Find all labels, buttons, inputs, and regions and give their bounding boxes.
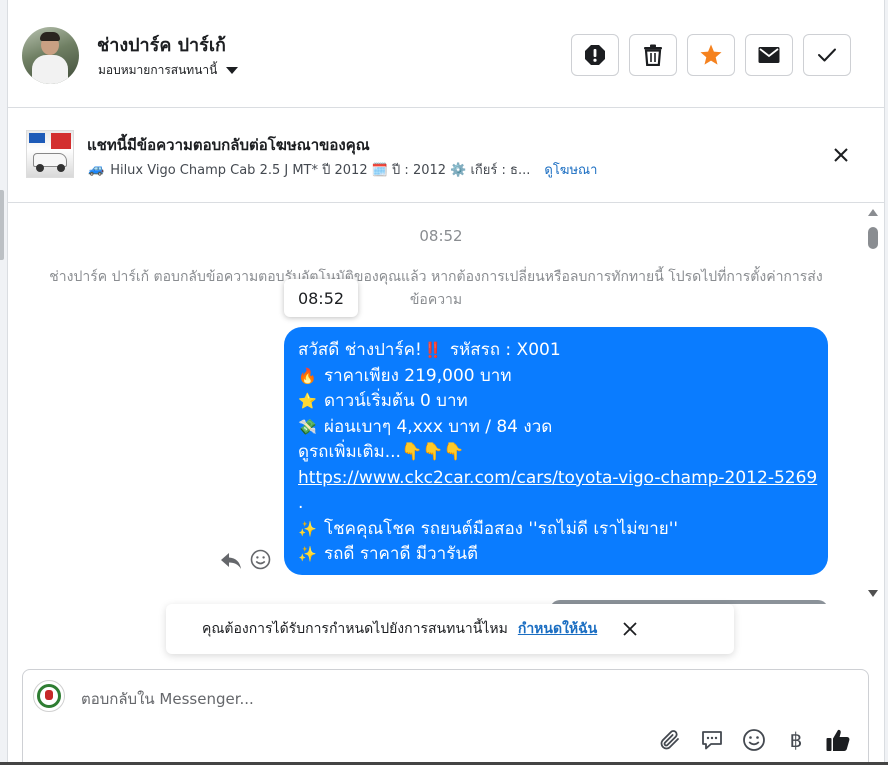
payment-baht-button[interactable]: ฿	[783, 727, 809, 753]
chat-bubble-icon	[702, 731, 722, 750]
paperclip-icon	[660, 730, 679, 750]
assign-label: มอบหมายการสนทนานี้	[98, 63, 218, 77]
sparkles-icon: ✨	[298, 545, 317, 563]
money-wings-icon: 💸	[298, 417, 317, 436]
scroll-down-arrow-icon[interactable]	[868, 590, 878, 597]
assign-conversation-dropdown[interactable]: มอบหมายการสนทนานี้	[98, 61, 239, 80]
envelope-icon	[758, 47, 780, 63]
message-composer: ฿	[22, 669, 869, 765]
ad-thumbnail[interactable]	[26, 130, 74, 178]
view-ad-link[interactable]: ดูโฆษณา	[544, 159, 597, 180]
message-line: ⭐ ดาวน์เริ่มต้น 0 บาท	[298, 389, 814, 415]
checkmark-icon	[818, 48, 836, 62]
thumbs-up-icon	[826, 729, 850, 751]
dismiss-prompt-button[interactable]	[621, 620, 639, 638]
star-emoji-icon: ⭐	[298, 392, 317, 410]
assign-prompt-text: คุณต้องการได้รับการกำหนดไปยังการสนทนานี้…	[202, 621, 508, 637]
chat-scrollbar[interactable]	[866, 207, 880, 599]
message-line: ✨ รถดี ราคาดี มีวารันตี	[298, 542, 814, 568]
ad-banner-description: 🚙 Hilux Vigo Champ Cab 2.5 J MT* ปี 2012…	[88, 159, 597, 180]
message-hover-tools	[220, 549, 271, 570]
car-listing-link[interactable]: https://www.ckc2car.com/cars/toyota-vigo…	[298, 466, 817, 492]
scrollbar-thumb[interactable]	[868, 227, 878, 249]
smiley-icon	[743, 729, 765, 751]
time-divider: 08:52	[419, 227, 463, 245]
reply-icon[interactable]	[220, 550, 242, 570]
right-frame-edge	[884, 0, 888, 765]
trash-icon	[644, 44, 662, 66]
timestamp-tooltip: 08:52	[284, 279, 358, 317]
message-line: https://www.ckc2car.com/cars/toyota-vigo…	[298, 466, 817, 492]
fire-icon: 🔥	[298, 366, 317, 385]
delete-button[interactable]	[629, 34, 677, 76]
conversation-header: ช่างปาร์ค ปาร์เก้ มอบหมายการสนทนานี้	[8, 0, 884, 108]
like-button[interactable]	[825, 727, 851, 753]
assign-to-me-prompt: คุณต้องการได้รับการกำหนดไปยังการสนทนานี้…	[166, 604, 734, 654]
attach-button[interactable]	[657, 727, 683, 753]
outgoing-message-bubble[interactable]: สวัสดี ช่างปาร์ค! ‼️ รหัสรถ : X001 🔥 ราค…	[284, 327, 828, 575]
mark-done-button[interactable]	[803, 34, 851, 76]
pickup-truck-icon: 🚙	[88, 162, 105, 177]
page-avatar	[33, 680, 65, 712]
message-line: ✨ โชคคุณโชค รถยนต์มือสอง ''รถไม่ดี เราไม…	[298, 517, 814, 543]
caret-down-icon	[226, 67, 239, 74]
scroll-up-arrow-icon[interactable]	[868, 209, 878, 216]
saved-replies-button[interactable]	[699, 727, 725, 753]
message-line: สวัสดี ช่างปาร์ค! ‼️ รหัสรถ : X001	[298, 338, 814, 364]
message-line: .	[298, 493, 304, 513]
close-banner-button[interactable]	[830, 144, 852, 166]
system-message: ช่างปาร์ค ปาร์เก้ ตอบกลับข้อความตอบรับอั…	[49, 269, 823, 308]
mark-unread-button[interactable]	[745, 34, 793, 76]
message-line: 💸 ผ่อนเบาๆ 4,xxx บาท / 84 งวด	[298, 415, 814, 441]
mark-spam-button[interactable]	[571, 34, 619, 76]
composer-tools: ฿	[657, 727, 851, 753]
assign-to-me-link[interactable]: กำหนดให้ฉัน	[518, 618, 597, 640]
message-line: 🔥 ราคาเพียง 219,000 บาท	[298, 364, 814, 390]
left-scroll-handle[interactable]	[0, 190, 4, 260]
message-line: ดูรถเพิ่มเติม...👇👇👇	[298, 442, 465, 462]
reply-input[interactable]	[81, 684, 681, 714]
header-actions	[571, 34, 851, 76]
ad-description-text: Hilux Vigo Champ Cab 2.5 J MT* ปี 2012 🗓…	[110, 163, 531, 178]
close-icon	[623, 622, 637, 636]
exclamation-octagon-icon	[585, 45, 605, 65]
double-exclamation-icon: ‼️	[423, 341, 443, 359]
close-icon	[834, 148, 848, 162]
ad-banner-title: แชทนี้มีข้อความตอบกลับต่อโฆษณาของคุณ	[87, 136, 370, 154]
contact-avatar[interactable]	[22, 27, 79, 84]
sparkles-icon: ✨	[298, 519, 317, 538]
star-icon	[700, 44, 722, 65]
message-thread: 08:52 ช่างปาร์ค ปาร์เก้ ตอบกลับข้อความตอ…	[8, 204, 884, 604]
emoji-button[interactable]	[741, 727, 767, 753]
react-emoji-icon[interactable]	[250, 549, 271, 570]
star-button[interactable]	[687, 34, 735, 76]
contact-name[interactable]: ช่างปาร์ค ปาร์เก้	[97, 30, 226, 59]
ad-reply-banner: แชทนี้มีข้อความตอบกลับต่อโฆษณาของคุณ 🚙 H…	[8, 108, 884, 203]
left-frame-edge	[0, 0, 8, 765]
